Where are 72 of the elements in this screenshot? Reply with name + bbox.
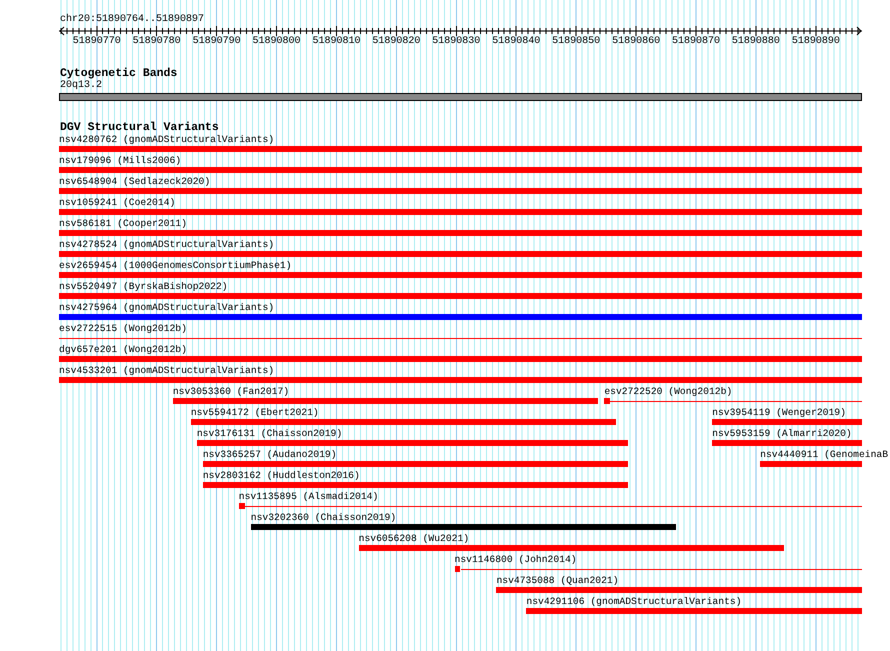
ruler-tick-label: 51890780 [132, 36, 181, 47]
variant-block[interactable] [238, 503, 245, 509]
variant-bar[interactable] [760, 461, 862, 467]
variant-label: nsv3176131 (Chaisson2019) [196, 428, 342, 440]
ruler-tick-label: 51890770 [72, 36, 121, 47]
variant-bar[interactable] [190, 419, 616, 425]
ruler-tick-label: 51890790 [192, 36, 241, 47]
variant-bar[interactable] [59, 209, 862, 215]
variant-bar[interactable] [59, 146, 862, 152]
variant-bar[interactable] [59, 314, 862, 320]
ruler-tick-label: 51890860 [612, 36, 660, 47]
variant-bar[interactable] [712, 440, 862, 446]
variant-bar[interactable] [712, 419, 862, 425]
variant-label: nsv4280762 (gnomADStructuralVariants) [59, 134, 274, 146]
variant-bar[interactable] [526, 608, 862, 614]
variant-bar[interactable] [172, 398, 598, 404]
variant-bar[interactable] [59, 230, 862, 236]
cytoband-bar[interactable] [59, 93, 862, 101]
band-label: 20q13.2 [60, 80, 102, 92]
variant-label: nsv4533201 (gnomADStructuralVariants) [59, 365, 274, 377]
track-title: DGV Structural Variants [60, 121, 219, 134]
ruler-tick-label: 51890850 [552, 36, 600, 47]
variant-label: esv2659454 (1000GenomesConsortiumPhase1) [59, 260, 292, 272]
track-title: Cytogenetic Bands [60, 67, 178, 80]
variant-label: nsv586181 (Cooper2011) [59, 218, 187, 230]
variant-line[interactable] [59, 338, 862, 339]
variant-label: nsv179096 (Mills2006) [59, 155, 182, 167]
variant-block[interactable] [454, 566, 460, 572]
variant-label: esv2722520 (Wong2012b) [604, 386, 732, 398]
variant-bar[interactable] [202, 461, 628, 467]
variant-bar[interactable] [59, 251, 862, 257]
variant-label: nsv5953159 (Almarri2020) [712, 428, 852, 440]
ruler-tick-label: 51890810 [312, 36, 360, 47]
variant-label: nsv3202360 (Chaisson2019) [250, 512, 396, 524]
ruler-tick-label: 51890870 [672, 36, 720, 47]
ruler-tick-label: 51890890 [792, 36, 840, 47]
variant-label: nsv1146800 (John2014) [454, 554, 577, 566]
variant-label: nsv5520497 (ByrskaBishop2022) [59, 281, 228, 293]
variant-bar[interactable] [59, 188, 862, 194]
variant-bar[interactable] [59, 167, 862, 173]
variant-bar[interactable] [250, 524, 676, 530]
variant-bar[interactable] [59, 293, 862, 299]
variant-bar[interactable] [496, 587, 862, 593]
variant-label: nsv2803162 (Huddleston2016) [202, 470, 360, 482]
variant-label: nsv4278524 (gnomADStructuralVariants) [59, 239, 274, 251]
variant-label: nsv3954119 (Wenger2019) [712, 407, 846, 419]
variant-label: nsv4440911 (GenomeinaB [760, 449, 888, 461]
ruler-tick-label: 51890880 [732, 36, 780, 47]
variant-label: nsv4275964 (gnomADStructuralVariants) [59, 302, 274, 314]
variant-block[interactable] [604, 398, 610, 404]
location-label: chr20:51890764..51890897 [60, 14, 204, 26]
variant-bar[interactable] [59, 272, 862, 278]
variant-label: nsv1059241 (Coe2014) [59, 197, 176, 209]
variant-bar[interactable] [59, 356, 862, 362]
variant-bar[interactable] [202, 482, 628, 488]
variant-label: nsv1135895 (Alsmadi2014) [238, 491, 378, 503]
variant-label: nsv6056208 (Wu2021) [358, 533, 470, 545]
variant-label: nsv4735088 (Quan2021) [496, 575, 619, 587]
variant-bar[interactable] [358, 545, 784, 551]
variant-label: nsv6548904 (Sedlazeck2020) [59, 176, 210, 188]
ruler-tick-label: 51890830 [432, 36, 480, 47]
variant-label: nsv3053360 (Fan2017) [172, 386, 290, 398]
ruler-tick-label: 51890820 [372, 36, 420, 47]
variant-label: dgv657e201 (Wong2012b) [59, 344, 187, 356]
ruler-tick-label: 51890840 [492, 36, 540, 47]
variant-label: nsv3365257 (Audano2019) [202, 449, 337, 461]
variant-bar[interactable] [59, 377, 862, 383]
ruler-tick-label: 51890800 [252, 36, 301, 47]
variant-bar[interactable] [196, 440, 628, 446]
variant-label: nsv5594172 (Ebert2021) [190, 407, 319, 419]
variant-label: esv2722515 (Wong2012b) [59, 323, 187, 335]
variant-label: nsv4291106 (gnomADStructuralVariants) [526, 596, 742, 608]
